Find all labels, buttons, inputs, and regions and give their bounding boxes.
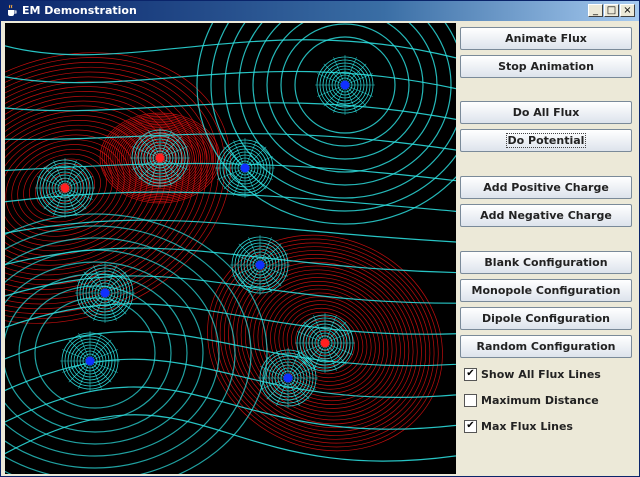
close-button[interactable]: × bbox=[620, 4, 635, 17]
random-configuration-button[interactable]: Random Configuration bbox=[460, 335, 632, 358]
minimize-button[interactable]: _ bbox=[588, 4, 603, 17]
window-title: EM Demonstration bbox=[22, 4, 137, 17]
checkbox-box[interactable] bbox=[464, 393, 477, 407]
blank-configuration-button[interactable]: Blank Configuration bbox=[460, 251, 632, 274]
show-all-flux-lines-checkbox[interactable]: ✔ Show All Flux Lines bbox=[464, 366, 601, 382]
field-canvas[interactable] bbox=[5, 23, 456, 474]
add-positive-charge-button[interactable]: Add Positive Charge bbox=[460, 176, 632, 199]
max-flux-lines-checkbox[interactable]: ✔ Max Flux Lines bbox=[464, 418, 573, 434]
maximize-button[interactable]: □ bbox=[604, 4, 619, 17]
monopole-configuration-button[interactable]: Monopole Configuration bbox=[460, 279, 632, 302]
minimize-icon: _ bbox=[593, 5, 598, 16]
stop-animation-button[interactable]: Stop Animation bbox=[460, 55, 632, 78]
java-cup-icon bbox=[8, 4, 17, 16]
control-panel: Animate Flux Stop Animation Do All Flux … bbox=[456, 23, 639, 474]
checkbox-box[interactable]: ✔ bbox=[464, 367, 477, 381]
title-bar[interactable]: EM Demonstration _ □ × bbox=[1, 1, 639, 21]
add-negative-charge-button[interactable]: Add Negative Charge bbox=[460, 204, 632, 227]
animate-flux-button[interactable]: Animate Flux bbox=[460, 27, 632, 50]
app-window: EM Demonstration _ □ × Animate Flux Stop… bbox=[0, 0, 640, 477]
maximize-icon: □ bbox=[606, 5, 617, 16]
checkbox-box[interactable]: ✔ bbox=[464, 419, 477, 433]
do-all-flux-button[interactable]: Do All Flux bbox=[460, 101, 632, 124]
close-icon: × bbox=[623, 5, 632, 16]
maximum-distance-checkbox[interactable]: Maximum Distance bbox=[464, 392, 599, 408]
dipole-configuration-button[interactable]: Dipole Configuration bbox=[460, 307, 632, 330]
do-potential-button[interactable]: Do Potential bbox=[460, 129, 632, 152]
field-visualization[interactable] bbox=[5, 23, 456, 474]
